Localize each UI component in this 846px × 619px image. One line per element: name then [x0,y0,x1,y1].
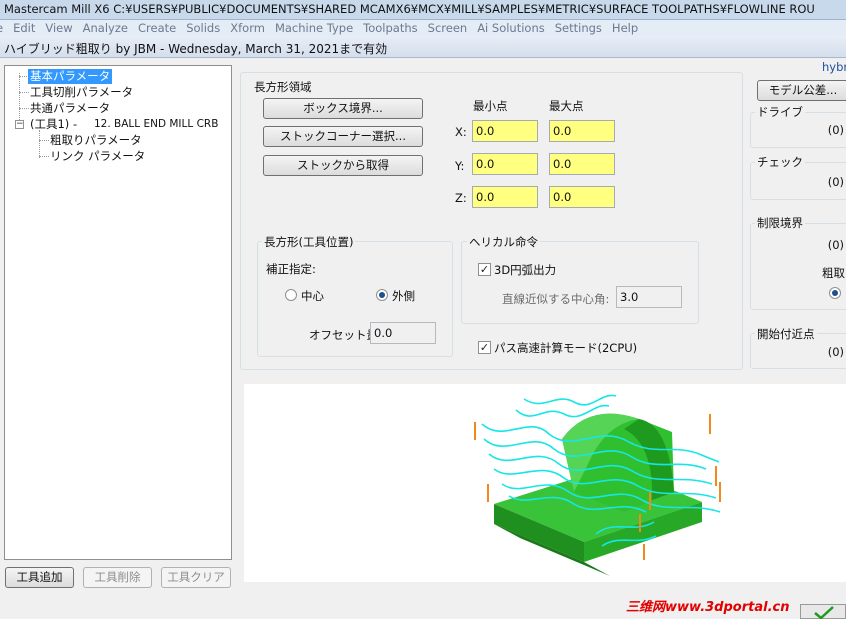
app-title-bar: Mastercam Mill X6 C:¥USERS¥PUBLIC¥DOCUME… [0,0,846,20]
center-angle-label: 直線近似する中心角: [502,292,610,306]
tree-line [19,92,29,93]
menu-help[interactable]: Help [607,20,643,35]
arc-output-label: 3D円弧出力 [494,263,557,277]
arc-output-checkbox[interactable]: ✓ [478,263,491,276]
start-point-count: (0) [827,345,844,359]
center-radio-label: 中心 [301,289,324,303]
tree-line [39,140,49,141]
z-max-input[interactable]: 0.0 [549,186,615,208]
menu-machine-type[interactable]: Machine Type [270,20,358,35]
menu-toolpaths[interactable]: Toolpaths [358,20,422,35]
comp-label: 補正指定: [266,262,316,276]
offset-input[interactable]: 0.0 [370,322,436,344]
menu-bar: eEditViewAnalyzeCreateSolidsXformMachine… [0,20,846,36]
min-point-label: 最小点 [473,99,508,113]
app-title: Mastercam Mill X6 C:¥USERS¥PUBLIC¥DOCUME… [4,2,815,16]
check-icon [814,606,834,619]
ok-button[interactable] [800,604,846,619]
menu-screen[interactable]: Screen [423,20,473,35]
start-point-label: 開始付近点 [755,326,817,342]
drive-label: ドライブ [755,104,805,120]
toolpath-illustration [474,394,721,576]
x-max-input[interactable]: 0.0 [549,120,615,142]
tree-line [39,130,40,158]
tree-line [19,108,29,109]
rough-label: 粗取 [822,266,845,280]
tree-collapse-icon[interactable]: − [15,120,24,129]
dialog-title: ハイブリッド粗取り by JBM - Wednesday, March 31, … [4,42,388,56]
menu-view[interactable]: View [40,20,77,35]
menu-settings[interactable]: Settings [550,20,607,35]
delete-tool-button[interactable]: 工具削除 [83,567,152,588]
menu-create[interactable]: Create [133,20,181,35]
from-stock-button[interactable]: ストックから取得 [263,155,423,176]
y-min-input[interactable]: 0.0 [472,153,538,175]
parameter-tree[interactable]: 基本パラメータ 工具切削パラメータ 共通パラメータ − (工具1) - 12. … [4,65,232,560]
tree-item-basic-params[interactable]: 基本パラメータ [28,69,113,84]
helical-group [461,241,699,324]
menu-edit[interactable]: Edit [8,20,40,35]
tree-item-rough-params[interactable]: 粗取りパラメータ [50,133,142,148]
tree-item-link-params[interactable]: リンク パラメータ [50,149,145,164]
offset-label: オフセット量 [309,328,378,342]
toolpath-preview [244,384,846,582]
check-count: (0) [827,175,844,189]
rough-radio[interactable] [829,287,841,299]
stock-corner-button[interactable]: ストックコーナー選択... [263,126,423,147]
y-max-input[interactable]: 0.0 [549,153,615,175]
dialog-title-bar: ハイブリッド粗取り by JBM - Wednesday, March 31, … [0,36,846,58]
add-tool-button[interactable]: 工具追加 [5,567,74,588]
tree-item-tool1-name[interactable]: 12. BALL END MILL CRB [94,117,218,132]
fast-calc-label: パス高速計算モード(2CPU) [494,341,638,355]
rect-region-title: 長方形領域 [252,79,314,95]
menu-xform[interactable]: Xform [225,20,270,35]
limit-boundary-count: (0) [827,238,844,252]
menu-file[interactable]: e [0,20,8,35]
fast-calc-checkbox[interactable]: ✓ [478,341,491,354]
center-radio[interactable] [285,289,297,301]
outside-radio[interactable] [376,289,388,301]
tree-item-common-params[interactable]: 共通パラメータ [30,101,110,116]
tool-position-title: 長方形(工具位置) [262,234,356,250]
watermark-text: 三维网www.3dportal.cn [626,600,790,615]
z-axis-label: Z: [455,191,467,205]
menu-ai-solutions[interactable]: Ai Solutions [472,20,550,35]
box-bound-button[interactable]: ボックス境界... [263,98,423,119]
outside-radio-label: 外側 [392,289,415,303]
menu-solids[interactable]: Solids [181,20,225,35]
model-tolerance-button[interactable]: モデル公差... [757,80,846,101]
check-label: チェック [755,154,805,170]
tree-line [39,156,49,157]
z-min-input[interactable]: 0.0 [472,186,538,208]
tree-item-tool-cut-params[interactable]: 工具切削パラメータ [30,85,133,100]
x-min-input[interactable]: 0.0 [472,120,538,142]
tree-item-tool1[interactable]: (工具1) - [30,117,77,132]
center-angle-input[interactable]: 3.0 [616,286,682,308]
helical-title: ヘリカル命令 [467,234,540,250]
max-point-label: 最大点 [549,99,584,113]
limit-boundary-label: 制限境界 [755,215,805,231]
menu-analyze[interactable]: Analyze [78,20,133,35]
x-axis-label: X: [455,125,467,139]
clear-tools-button[interactable]: 工具クリア [161,567,231,588]
dialog-corner-text: hybr [822,60,846,74]
y-axis-label: Y: [455,159,465,173]
drive-count: (0) [827,123,844,137]
